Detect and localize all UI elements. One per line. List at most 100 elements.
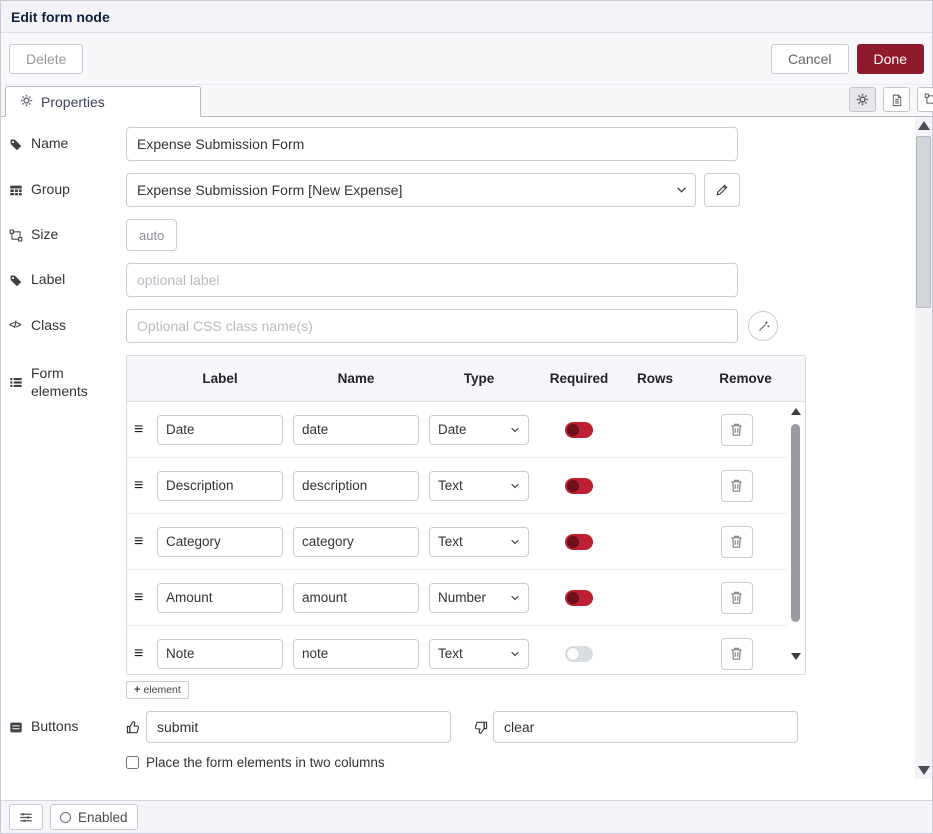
delete-button[interactable]: Delete (9, 44, 83, 74)
remove-element-button[interactable] (721, 470, 753, 502)
remove-element-button[interactable] (721, 526, 753, 558)
scroll-up-button[interactable] (915, 117, 932, 134)
group-select[interactable]: Expense Submission Form [New Expense] (126, 173, 696, 207)
sliders-icon (19, 811, 33, 824)
toggle-knob (567, 480, 579, 492)
element-label-input[interactable] (157, 415, 283, 445)
drag-handle-icon[interactable]: ≡ (127, 646, 143, 662)
size-label-text: Size (31, 226, 58, 244)
dialog-title: Edit form node (11, 9, 110, 25)
required-toggle[interactable] (565, 534, 593, 550)
edit-group-button[interactable] (704, 173, 740, 207)
clear-button-text-input[interactable] (493, 711, 798, 743)
name-label-text: Name (31, 135, 68, 153)
enabled-toggle-button[interactable]: Enabled (50, 804, 138, 830)
name-input[interactable] (126, 127, 738, 161)
class-input[interactable] (126, 309, 738, 343)
code-icon: </> (9, 320, 24, 333)
scroll-down-button[interactable] (915, 762, 932, 779)
label-field-label: Label (9, 271, 126, 289)
pencil-icon (715, 183, 729, 197)
remove-cell (686, 582, 787, 614)
drag-handle-icon[interactable]: ≡ (127, 478, 143, 494)
cancel-button[interactable]: Cancel (771, 44, 849, 74)
gear-icon (856, 93, 869, 106)
required-cell (534, 534, 624, 550)
size-button[interactable]: auto (126, 219, 177, 251)
element-label-input[interactable] (157, 527, 283, 557)
name-cell (288, 471, 424, 501)
label-cell (152, 639, 288, 669)
remove-element-button[interactable] (721, 638, 753, 670)
element-name-input[interactable] (293, 527, 419, 557)
element-label-input[interactable] (157, 639, 283, 669)
node-appearance-button[interactable] (917, 87, 933, 112)
submit-button-text-input[interactable] (146, 711, 451, 743)
element-label-input[interactable] (157, 583, 283, 613)
toggle-knob (567, 536, 579, 548)
tab-bar: Properties (1, 85, 932, 117)
element-name-input[interactable] (293, 471, 419, 501)
table-scrollbar-thumb[interactable] (791, 424, 800, 622)
object-group-icon (924, 93, 933, 106)
element-type-select[interactable]: Text (429, 471, 529, 501)
field-row-form-elements: Form elements Label Name Type Required R… (9, 355, 924, 699)
element-type-select[interactable]: Text (429, 527, 529, 557)
element-name-input[interactable] (293, 639, 419, 669)
trash-icon (729, 646, 744, 661)
add-element-button[interactable]: +element (126, 681, 189, 699)
table-scrollbar[interactable] (789, 408, 802, 660)
panel-scrollbar-thumb[interactable] (916, 136, 931, 308)
label-input[interactable] (126, 263, 738, 297)
drag-handle-icon[interactable]: ≡ (127, 422, 143, 438)
element-label-input[interactable] (157, 471, 283, 501)
name-cell (288, 415, 424, 445)
two-columns-checkbox[interactable] (126, 756, 139, 769)
class-picker-button[interactable] (748, 311, 778, 341)
remove-element-button[interactable] (721, 414, 753, 446)
remove-cell (686, 470, 787, 502)
required-toggle[interactable] (565, 422, 593, 438)
required-toggle[interactable] (565, 646, 593, 662)
type-cell: Date (424, 415, 534, 445)
label-cell (152, 471, 288, 501)
element-name-input[interactable] (293, 583, 419, 613)
element-type-select[interactable]: Text (429, 639, 529, 669)
type-select-wrap: Date (429, 415, 529, 445)
type-cell: Text (424, 639, 534, 669)
form-elements-rows: ≡ Date (127, 402, 787, 674)
drag-handle-icon[interactable]: ≡ (127, 534, 143, 550)
element-name-input[interactable] (293, 415, 419, 445)
type-select-wrap: Text (429, 527, 529, 557)
tab-properties[interactable]: Properties (5, 86, 201, 117)
dialog-header: Edit form node (1, 1, 932, 33)
type-cell: Number (424, 583, 534, 613)
element-type-select[interactable]: Date (429, 415, 529, 445)
required-toggle[interactable] (565, 590, 593, 606)
node-info-button[interactable] (9, 804, 43, 830)
node-description-button[interactable] (883, 87, 910, 112)
drag-handle-icon[interactable]: ≡ (127, 590, 143, 606)
group-select-wrap: Expense Submission Form [New Expense] (126, 173, 696, 207)
label-cell (152, 415, 288, 445)
trash-icon (729, 534, 744, 549)
col-header-name: Name (288, 371, 424, 386)
remove-cell (686, 526, 787, 558)
edit-form-node-dialog: Edit form node Delete Cancel Done Proper… (0, 0, 933, 834)
form-elements-body: ≡ Date (127, 402, 805, 674)
form-element-row: ≡ Number (127, 570, 787, 626)
class-field-label: </> Class (9, 317, 126, 335)
table-scroll-up-button[interactable] (789, 408, 802, 415)
required-toggle[interactable] (565, 478, 593, 494)
table-scroll-down-button[interactable] (789, 653, 802, 660)
type-select-wrap: Number (429, 583, 529, 613)
tag-icon (9, 138, 24, 151)
col-header-remove: Remove (686, 371, 805, 386)
remove-element-button[interactable] (721, 582, 753, 614)
panel-scrollbar[interactable] (915, 117, 932, 779)
size-field-label: Size (9, 226, 126, 244)
element-type-select[interactable]: Number (429, 583, 529, 613)
handle-cell: ≡ (127, 646, 152, 662)
node-settings-button[interactable] (849, 87, 876, 112)
done-button[interactable]: Done (857, 44, 924, 74)
